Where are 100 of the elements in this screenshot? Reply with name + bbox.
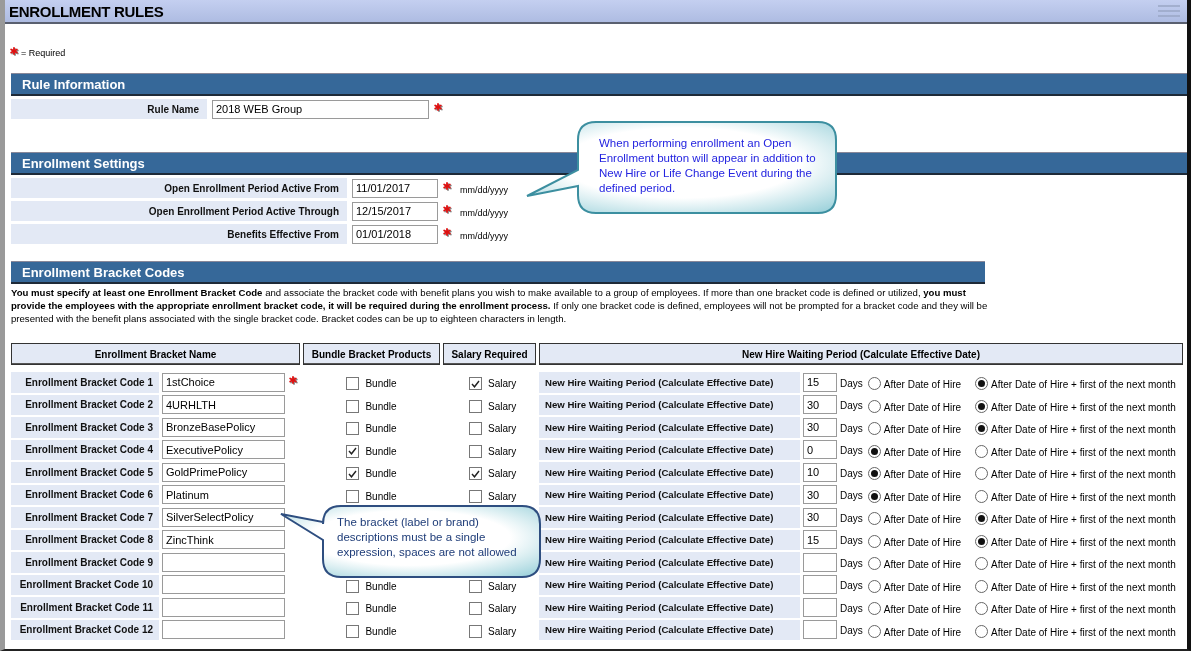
check-icon [471, 469, 480, 478]
input-field[interactable]: 4URHLTH [162, 395, 285, 415]
days-label: Days [840, 399, 863, 412]
required-note: = Required [21, 48, 66, 58]
radio-option[interactable]: After Date of Hire + first of the next month [975, 374, 1176, 391]
checkbox[interactable]: Salary [469, 599, 517, 616]
row-label: Enrollment Bracket Code 9 [11, 552, 159, 573]
days-field[interactable]: 30 [803, 485, 837, 505]
radio-option[interactable]: After Date of Hire + first of the next month [975, 464, 1176, 481]
radio-option[interactable]: After Date of Hire + first of the next month [975, 441, 1176, 458]
input-field[interactable] [162, 552, 285, 572]
field-label: Benefits Effective From [11, 224, 347, 244]
days-field[interactable] [803, 597, 837, 617]
radio-option[interactable]: After Date of Hire [867, 441, 962, 458]
row-label: New Hire Waiting Period (Calculate Effective Date) [539, 462, 800, 483]
radio-option[interactable]: After Date of Hire + first of the next month [975, 396, 1176, 413]
date-field[interactable]: 01/01/2018 [352, 224, 438, 244]
days-field[interactable]: 15 [803, 530, 837, 550]
radio-option[interactable]: After Date of Hire [867, 621, 962, 638]
row-label: Enrollment Bracket Code 11 [11, 597, 159, 618]
radio-option[interactable]: After Date of Hire [867, 464, 962, 481]
input-field[interactable]: 1stChoice [162, 372, 285, 392]
checkbox[interactable]: Salary [469, 396, 517, 413]
column-header: Enrollment Bracket Name [11, 343, 300, 365]
days-field[interactable]: 15 [803, 372, 837, 392]
input-field[interactable]: SilverSelectPolicy [162, 507, 285, 527]
required-icon [10, 47, 18, 55]
days-label: Days [840, 376, 863, 389]
days-label: Days [840, 601, 863, 614]
radio-option[interactable]: After Date of Hire + first of the next month [975, 599, 1176, 616]
checkbox[interactable]: Bundle [346, 441, 397, 458]
input-field[interactable]: ZincThink [162, 530, 285, 550]
row-label: Enrollment Bracket Code 3 [11, 417, 159, 438]
check-icon [348, 447, 358, 456]
days-label: Days [840, 444, 863, 457]
checkbox[interactable]: Bundle [346, 419, 397, 436]
checkbox[interactable]: Salary [469, 419, 517, 436]
days-field[interactable]: 30 [803, 395, 837, 415]
radio-option[interactable]: After Date of Hire [867, 576, 962, 593]
checkbox[interactable]: Bundle [346, 396, 397, 413]
days-field[interactable] [803, 552, 837, 572]
radio-option[interactable]: After Date of Hire [867, 509, 962, 526]
check-icon [348, 469, 358, 478]
days-field[interactable]: 0 [803, 440, 837, 460]
days-label: Days [840, 556, 863, 569]
input-field[interactable] [162, 620, 285, 640]
radio-option[interactable]: After Date of Hire [867, 486, 962, 503]
input-field[interactable]: BronzeBasePolicy [162, 417, 285, 437]
radio-option[interactable]: After Date of Hire + first of the next month [975, 531, 1176, 548]
checkbox[interactable]: Bundle [346, 374, 397, 391]
input-field[interactable]: Platinum [162, 485, 285, 505]
date-format-hint: mm/dd/yyyy [460, 230, 508, 241]
field-label: Open Enrollment Period Active From [11, 178, 347, 198]
row-label: New Hire Waiting Period (Calculate Effective Date) [539, 574, 800, 595]
radio-option[interactable]: After Date of Hire [867, 531, 962, 548]
input-field[interactable] [162, 575, 285, 595]
days-field[interactable]: 30 [803, 507, 837, 527]
checkbox[interactable]: Salary [469, 464, 517, 481]
checkbox[interactable]: Salary [469, 576, 517, 593]
column-header: Bundle Bracket Products [303, 343, 440, 365]
row-label: Enrollment Bracket Code 7 [11, 507, 159, 528]
checkbox[interactable]: Bundle [346, 621, 397, 638]
days-field[interactable]: 10 [803, 462, 837, 482]
days-field[interactable] [803, 575, 837, 595]
checkbox[interactable]: Bundle [346, 464, 397, 481]
radio-option[interactable]: After Date of Hire + first of the next month [975, 621, 1176, 638]
radio-option[interactable]: After Date of Hire + first of the next month [975, 419, 1176, 436]
row-label: Enrollment Bracket Code 1 [11, 372, 159, 393]
menu-icon[interactable] [1157, 3, 1181, 19]
checkbox[interactable]: Salary [469, 621, 517, 638]
page-title: ENROLLMENT RULES [9, 2, 164, 20]
radio-option[interactable]: After Date of Hire + first of the next month [975, 486, 1176, 503]
checkbox[interactable]: Salary [469, 441, 517, 458]
radio-option[interactable]: After Date of Hire + first of the next month [975, 509, 1176, 526]
row-label: New Hire Waiting Period (Calculate Effective Date) [539, 484, 800, 505]
callout-text: When performing enrollment an Open Enrollment button will appear in addition to New Hire or Life Change Event during the defined period. [599, 136, 817, 196]
input-field[interactable]: ExecutivePolicy [162, 440, 285, 460]
days-field[interactable] [803, 620, 837, 640]
date-format-hint: mm/dd/yyyy [460, 184, 508, 195]
radio-option[interactable]: After Date of Hire [867, 554, 962, 571]
radio-option[interactable]: After Date of Hire [867, 419, 962, 436]
checkbox[interactable]: Bundle [346, 576, 397, 593]
row-label: New Hire Waiting Period (Calculate Effective Date) [539, 552, 800, 573]
date-field[interactable]: 12/15/2017 [352, 201, 438, 221]
radio-option[interactable]: After Date of Hire + first of the next month [975, 576, 1176, 593]
checkbox[interactable]: Bundle [346, 486, 397, 503]
checkbox[interactable]: Bundle [346, 599, 397, 616]
date-field[interactable]: 11/01/2017 [352, 178, 438, 198]
radio-option[interactable]: After Date of Hire [867, 599, 962, 616]
row-label: New Hire Waiting Period (Calculate Effective Date) [539, 372, 800, 393]
input-field[interactable]: GoldPrimePolicy [162, 462, 285, 482]
radio-option[interactable]: After Date of Hire [867, 374, 962, 391]
input-field[interactable] [162, 597, 285, 617]
checkbox[interactable]: Salary [469, 374, 517, 391]
days-field[interactable]: 30 [803, 417, 837, 437]
days-label: Days [840, 421, 863, 434]
radio-option[interactable]: After Date of Hire [867, 396, 962, 413]
checkbox[interactable]: Salary [469, 486, 517, 503]
radio-option[interactable]: After Date of Hire + first of the next month [975, 554, 1176, 571]
input-field[interactable]: 2018 WEB Group [212, 99, 429, 119]
